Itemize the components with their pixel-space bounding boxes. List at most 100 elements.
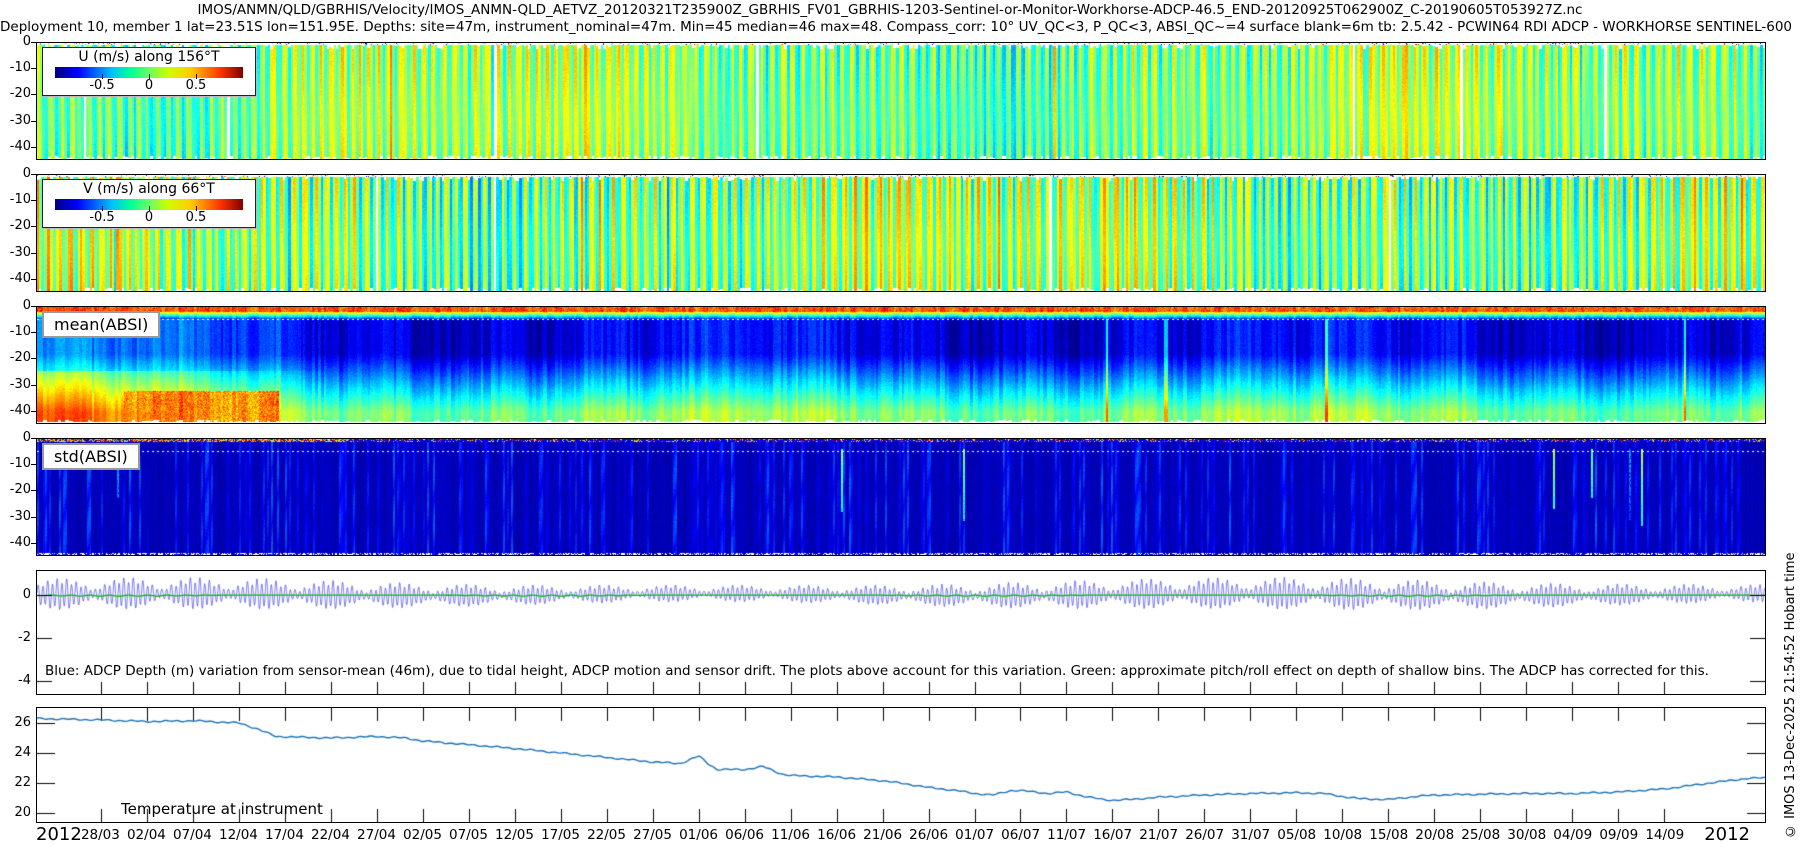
y-tick-label: -30: [0, 245, 31, 260]
figure-title: IMOS/ANMN/QLD/GBRHIS/Velocity/IMOS_ANMN-…: [0, 2, 1780, 18]
y-tick-label: -20: [0, 482, 31, 497]
x-date-label: 16/06: [817, 827, 856, 843]
x-date-label: 07/04: [173, 827, 212, 843]
panel-std-absi: std(ABSI): [36, 438, 1766, 556]
y-tick-label: -40: [0, 271, 31, 286]
mean-absi-label: mean(ABSI): [42, 311, 160, 338]
x-date-label: 28/03: [81, 827, 120, 843]
x-axis-year-start: 2012: [36, 824, 82, 845]
y-tick-mark: [31, 332, 36, 333]
x-date-label: 06/06: [725, 827, 764, 843]
x-date-label: 01/06: [679, 827, 718, 843]
y-tick-label: -40: [0, 535, 31, 550]
y-tick-label: 0: [0, 430, 31, 445]
x-date-label: 11/07: [1047, 827, 1086, 843]
y-tick-mark: [31, 279, 36, 280]
x-date-label: 02/04: [127, 827, 166, 843]
x-date-label: 15/08: [1369, 827, 1408, 843]
x-date-label: 25/08: [1461, 827, 1500, 843]
x-date-label: 16/07: [1093, 827, 1132, 843]
y-tick-mark: [31, 358, 36, 359]
x-date-label: 11/06: [771, 827, 810, 843]
std-absi-label: std(ABSI): [42, 443, 140, 470]
u-colorbar-legend: U (m/s) along 156°T -0.5 0 0.5: [42, 47, 256, 96]
y-tick-label: 0: [0, 34, 31, 49]
y-tick-label: -2: [0, 630, 31, 645]
panel-v-velocity: V (m/s) along 66°T -0.5 0 0.5: [36, 174, 1766, 292]
jet-colorbar: [55, 67, 243, 78]
x-date-label: 26/06: [909, 827, 948, 843]
x-date-label: 06/07: [1001, 827, 1040, 843]
x-date-label: 10/08: [1323, 827, 1362, 843]
colorbar-tick: -0.5: [89, 210, 114, 225]
colorbar-tick: -0.5: [89, 78, 114, 93]
x-axis-year-end: 2012: [1704, 824, 1750, 845]
y-tick-mark: [31, 253, 36, 254]
x-date-label: 17/04: [265, 827, 304, 843]
y-tick-mark: [31, 226, 36, 227]
y-tick-mark: [31, 411, 36, 412]
x-date-label: 05/08: [1277, 827, 1316, 843]
y-tick-mark: [31, 464, 36, 465]
y-tick-mark: [31, 147, 36, 148]
y-tick-label: -30: [0, 509, 31, 524]
panel-temperature: Temperature at instrument: [36, 707, 1766, 823]
y-tick-label: 26: [0, 715, 31, 730]
y-tick-mark: [31, 490, 36, 491]
x-date-label: 21/07: [1139, 827, 1178, 843]
y-tick-label: -30: [0, 113, 31, 128]
y-tick-mark: [31, 42, 36, 43]
v-colorbar-legend: V (m/s) along 66°T -0.5 0 0.5: [42, 179, 256, 228]
copyright-watermark: © IMOS 13-Dec-2025 21:54:52 Hobart time: [1783, 468, 1798, 838]
panel-depth-variation: Blue: ADCP Depth (m) variation from sens…: [36, 570, 1766, 695]
y-tick-label: 22: [0, 775, 31, 790]
y-tick-label: 0: [0, 587, 31, 602]
y-tick-mark: [31, 517, 36, 518]
y-tick-label: -10: [0, 324, 31, 339]
x-date-label: 27/04: [357, 827, 396, 843]
figure-subtitle: Deployment 10, member 1 lat=23.51S lon=1…: [0, 19, 1780, 35]
y-tick-label: -40: [0, 139, 31, 154]
depth-variation-note: Blue: ADCP Depth (m) variation from sens…: [45, 663, 1709, 679]
y-tick-mark: [31, 94, 36, 95]
y-tick-label: -30: [0, 377, 31, 392]
panel-u-velocity: U (m/s) along 156°T -0.5 0 0.5: [36, 42, 1766, 160]
y-tick-label: -20: [0, 218, 31, 233]
x-date-label: 20/08: [1415, 827, 1454, 843]
x-date-label: 04/09: [1553, 827, 1592, 843]
x-date-label: 26/07: [1185, 827, 1224, 843]
x-date-label: 27/05: [633, 827, 672, 843]
y-tick-label: -20: [0, 350, 31, 365]
x-axis: 2012 2012 28/0302/0407/0412/0417/0422/04…: [36, 824, 1766, 848]
u-velocity-heatmap: [37, 43, 1765, 159]
u-legend-title: U (m/s) along 156°T: [43, 49, 255, 66]
y-tick-label: -20: [0, 86, 31, 101]
x-date-label: 09/09: [1599, 827, 1638, 843]
y-tick-mark: [31, 121, 36, 122]
y-tick-label: 0: [0, 298, 31, 313]
std-absi-heatmap: [37, 439, 1765, 555]
v-velocity-heatmap: [37, 175, 1765, 291]
y-tick-label: -10: [0, 60, 31, 75]
y-tick-mark: [31, 438, 36, 439]
y-tick-label: -4: [0, 673, 31, 688]
y-tick-mark: [31, 68, 36, 69]
jet-colorbar: [55, 199, 243, 210]
adcp-figure: IMOS/ANMN/QLD/GBRHIS/Velocity/IMOS_ANMN-…: [0, 0, 1800, 850]
colorbar-tick: 0: [145, 210, 153, 225]
panel-mean-absi: mean(ABSI): [36, 306, 1766, 424]
v-legend-title: V (m/s) along 66°T: [43, 181, 255, 198]
y-tick-mark: [31, 174, 36, 175]
x-date-label: 01/07: [955, 827, 994, 843]
x-date-label: 22/04: [311, 827, 350, 843]
y-tick-mark: [31, 385, 36, 386]
y-tick-label: 0: [0, 166, 31, 181]
colorbar-tick: 0: [145, 78, 153, 93]
x-date-label: 14/09: [1645, 827, 1684, 843]
x-date-label: 07/05: [449, 827, 488, 843]
y-tick-label: 24: [0, 745, 31, 760]
x-date-label: 31/07: [1231, 827, 1270, 843]
x-date-label: 02/05: [403, 827, 442, 843]
x-date-label: 21/06: [863, 827, 902, 843]
y-tick-label: -40: [0, 403, 31, 418]
